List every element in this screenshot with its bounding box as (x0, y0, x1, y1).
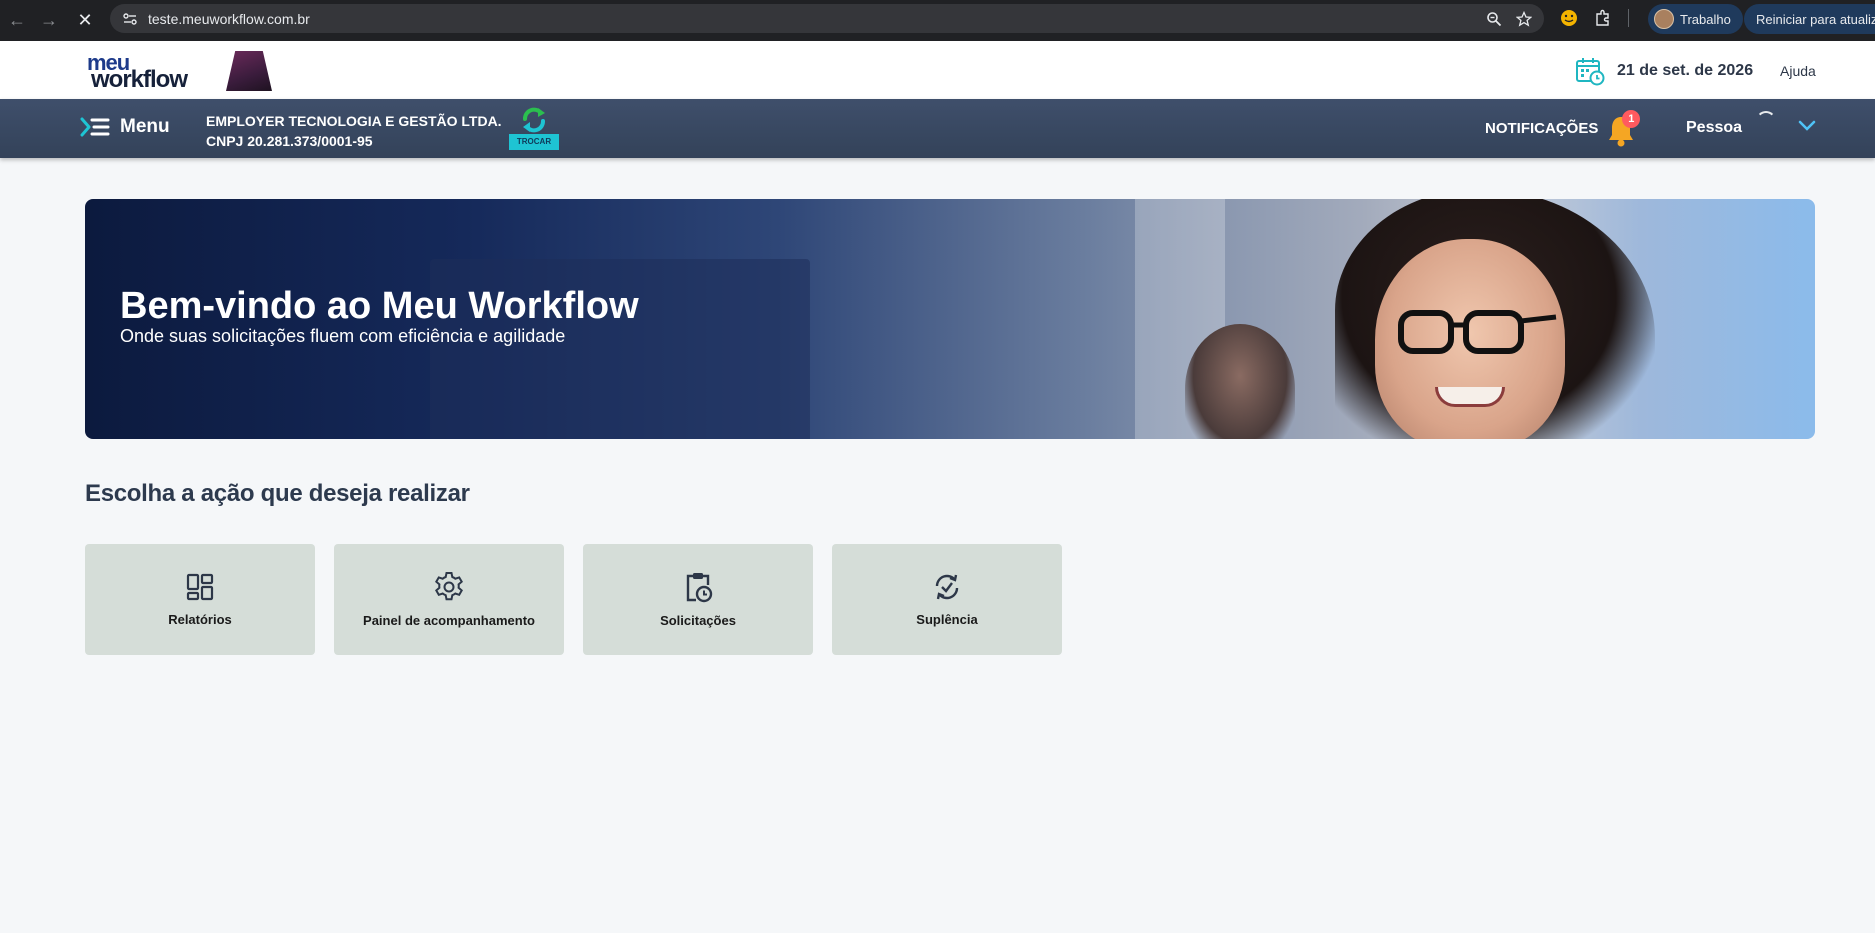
substitution-label: Suplência (916, 612, 978, 627)
substitution-card[interactable]: Suplência (832, 544, 1062, 655)
banner-photo-background-person (1185, 324, 1295, 439)
notifications-button[interactable]: NOTIFICAÇÕES 1 (1485, 107, 1641, 149)
menu-icon (80, 117, 110, 137)
help-link[interactable]: Ajuda (1780, 63, 1816, 79)
company-photo (226, 51, 272, 91)
meu-workflow-logo[interactable]: meu workflow (85, 52, 195, 92)
extension-face-icon[interactable] (1560, 9, 1578, 27)
tracking-panel-card[interactable]: Painel de acompanhamento (334, 544, 564, 655)
requests-card[interactable]: Solicitações (583, 544, 813, 655)
chevron-down-icon[interactable] (1798, 120, 1816, 132)
company-info: EMPLOYER TECNOLOGIA E GESTÃO LTDA. CNPJ … (206, 111, 502, 151)
clipboard-clock-icon (686, 573, 713, 603)
gear-icon (435, 572, 463, 601)
zoom-icon[interactable] (1486, 11, 1502, 27)
reports-label: Relatórios (168, 612, 232, 627)
menu-button[interactable]: Menu (80, 116, 170, 138)
loading-spinner-icon (1756, 111, 1776, 131)
dashboard-icon (186, 573, 214, 601)
address-bar[interactable]: teste.meuworkflow.com.br (110, 4, 1544, 33)
update-label: Reiniciar para atualizar (1756, 11, 1875, 27)
profile-button[interactable]: Trabalho (1648, 4, 1743, 34)
current-date: 21 de set. de 2026 (1617, 62, 1754, 79)
switch-arrows-icon (523, 107, 545, 133)
update-button[interactable]: Reiniciar para atualizar (1744, 4, 1875, 34)
site-settings-icon[interactable] (122, 11, 138, 27)
action-cards: Relatórios Painel de acompanhamento Soli… (85, 544, 1062, 655)
url-text[interactable]: teste.meuworkflow.com.br (148, 11, 310, 27)
app-header: meu workflow 21 de set. de 2026 Ajuda (0, 41, 1875, 99)
avatar (1654, 9, 1674, 29)
forward-icon[interactable]: → (32, 3, 66, 37)
banner-photo-smile (1435, 387, 1505, 407)
bookmark-star-icon[interactable] (1516, 10, 1532, 27)
sync-check-icon (935, 574, 959, 600)
actions-title: Escolha a ação que deseja realizar (85, 480, 470, 507)
main-navbar: Menu EMPLOYER TECNOLOGIA E GESTÃO LTDA. … (0, 99, 1875, 158)
stop-loading-icon[interactable]: ✕ (68, 3, 102, 37)
reports-card[interactable]: Relatórios (85, 544, 315, 655)
bell-wrapper: 1 (1606, 110, 1641, 147)
company-cnpj: CNPJ 20.281.373/0001-95 (206, 133, 373, 149)
company-name: EMPLOYER TECNOLOGIA E GESTÃO LTDA. (206, 113, 502, 129)
extensions-puzzle-icon[interactable] (1594, 9, 1612, 27)
switch-company-label: TROCAR (509, 134, 559, 150)
tracking-panel-label: Painel de acompanhamento (363, 613, 535, 628)
welcome-banner: Bem-vindo ao Meu Workflow Onde suas soli… (85, 199, 1815, 439)
back-icon[interactable]: ← (0, 3, 34, 37)
profile-label: Trabalho (1680, 11, 1731, 27)
calendar-clock-icon (1576, 58, 1605, 86)
notifications-label: NOTIFICAÇÕES (1485, 119, 1599, 137)
extensions-area (1560, 6, 1629, 30)
banner-subtitle: Onde suas solicitações fluem com eficiên… (120, 326, 566, 346)
toolbar-divider (1628, 9, 1629, 27)
user-name[interactable]: Pessoa (1686, 119, 1742, 137)
banner-title: Bem-vindo ao Meu Workflow (120, 285, 639, 327)
requests-label: Solicitações (660, 613, 736, 628)
date-display: 21 de set. de 2026 (1575, 56, 1753, 86)
notifications-badge: 1 (1622, 110, 1641, 128)
menu-label: Menu (120, 116, 170, 137)
browser-toolbar: ← → ✕ teste.meuworkflow.com.br Trabalho … (0, 0, 1875, 41)
switch-company-button[interactable]: TROCAR (509, 105, 559, 153)
logo-text-bottom: workflow (91, 66, 188, 93)
banner-photo-glasses (1398, 310, 1557, 354)
